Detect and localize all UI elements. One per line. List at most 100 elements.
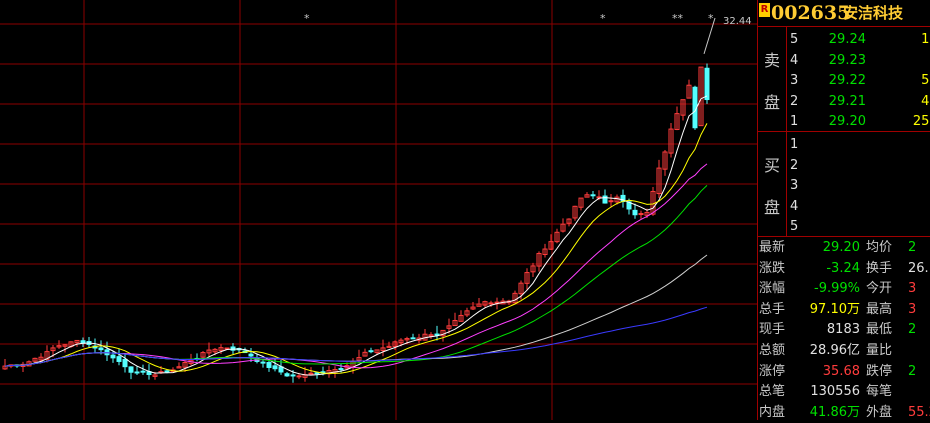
stat-row: 涨幅 -9.99% 今开 3 bbox=[758, 278, 930, 299]
sell-volume: 583 bbox=[921, 73, 930, 88]
stat-label: 涨跌 bbox=[759, 260, 786, 276]
stat-label: 总额 bbox=[759, 343, 786, 358]
stat-label: 总笔 bbox=[759, 384, 786, 400]
stat-value: 35.68 bbox=[822, 363, 860, 379]
stock-header: R 002635 安洁科技 bbox=[758, 0, 930, 27]
stat-label: 涨幅 bbox=[759, 281, 786, 297]
buy-row[interactable]: 4 bbox=[788, 196, 930, 217]
stat-value: 28.96亿 bbox=[809, 343, 860, 358]
event-marker: * bbox=[304, 12, 310, 25]
sell-volume: 33 bbox=[876, 50, 930, 71]
stat-label: 今开 bbox=[866, 281, 893, 297]
stat-label: 最新 bbox=[759, 240, 786, 255]
stat-value: -9.99% bbox=[814, 281, 860, 297]
candle-up bbox=[296, 375, 302, 378]
high-price-label: 32.44 bbox=[723, 16, 752, 27]
candle-down bbox=[116, 356, 122, 362]
stat-value: 3 bbox=[908, 301, 917, 317]
candle-down bbox=[260, 361, 266, 364]
sell-level: 2 bbox=[790, 93, 799, 109]
event-marker: ** bbox=[672, 12, 684, 25]
candle-down bbox=[434, 333, 440, 336]
buy-level: 2 bbox=[790, 157, 799, 173]
candle-down bbox=[314, 372, 320, 375]
ma20-line bbox=[4, 163, 708, 369]
stat-value: 8183 bbox=[826, 322, 860, 338]
sell-row[interactable]: 1 29.20 2552 bbox=[788, 111, 930, 132]
candle-down bbox=[266, 362, 272, 368]
candle-down bbox=[284, 373, 290, 377]
candle-down bbox=[110, 354, 116, 359]
buy-row[interactable]: 1 bbox=[788, 134, 930, 155]
candlesticks bbox=[2, 17, 716, 383]
buy-level: 5 bbox=[790, 219, 799, 234]
sell-label-1: 卖 bbox=[763, 51, 780, 70]
sell-row[interactable]: 4 29.23 33 bbox=[788, 50, 930, 71]
stat-value: 130556 bbox=[810, 384, 860, 400]
sell-level: 5 bbox=[790, 32, 799, 47]
ma30-line bbox=[4, 185, 708, 367]
stat-label: 每笔 bbox=[866, 384, 893, 400]
ma10-line bbox=[4, 123, 708, 374]
stat-value: 2 bbox=[908, 363, 917, 379]
sell-price: 29.21 bbox=[828, 93, 866, 109]
candle-down bbox=[704, 67, 710, 101]
candle-down bbox=[590, 194, 596, 197]
candle-down bbox=[272, 365, 278, 370]
moving-average-lines bbox=[4, 95, 708, 376]
sell-volume: 426 bbox=[921, 93, 930, 109]
candle-down bbox=[290, 374, 296, 377]
candle-up bbox=[308, 372, 314, 375]
stat-value: 26. bbox=[908, 260, 929, 276]
stat-label: 总手 bbox=[759, 301, 786, 317]
sell-price: 29.24 bbox=[828, 32, 866, 47]
candle-down bbox=[602, 195, 608, 204]
stat-label: 最高 bbox=[866, 301, 893, 317]
buy-row[interactable]: 3 bbox=[788, 175, 930, 196]
buy-label-1: 买 bbox=[763, 156, 780, 175]
candle-up bbox=[488, 302, 494, 305]
sell-row[interactable]: 5 29.24 102 bbox=[788, 29, 930, 50]
stat-label: 最低 bbox=[866, 322, 893, 338]
candle-down bbox=[632, 209, 638, 216]
sell-book: 卖 盘 5 29.24 102 4 29.23 33329.22583 2 29.21 426 1… bbox=[758, 27, 930, 132]
sell-row[interactable]: 2 29.21 426 bbox=[788, 91, 930, 112]
stat-value: 29.20 bbox=[822, 240, 860, 255]
candle-up bbox=[608, 200, 614, 203]
stat-row: 涨停 35.68 跌停 2 bbox=[758, 361, 930, 382]
candle-down bbox=[338, 368, 344, 371]
stat-label: 涨停 bbox=[759, 363, 786, 379]
sell-volume: 102 bbox=[921, 32, 930, 47]
buy-row[interactable]: 5 bbox=[788, 216, 930, 237]
stat-value: 2 bbox=[908, 240, 917, 255]
buy-row[interactable]: 2 bbox=[788, 155, 930, 176]
stat-row: 涨跌 -3.24 换手 26. bbox=[758, 258, 930, 279]
stat-row: 最新 29.20 均价 2 bbox=[758, 237, 930, 258]
buy-level: 1 bbox=[790, 137, 799, 152]
stat-row: 总手 97.10万 最高 3 bbox=[758, 299, 930, 320]
stat-label: 跌停 bbox=[866, 363, 893, 379]
event-markers: * * ** * bbox=[304, 12, 714, 25]
stock-name: 安洁科技 bbox=[843, 4, 904, 22]
candle-down bbox=[164, 370, 170, 373]
buy-label-2: 盘 bbox=[763, 198, 780, 217]
stat-label: 换手 bbox=[866, 260, 893, 276]
sell-label-2: 盘 bbox=[763, 93, 780, 112]
stock-code: 002635 bbox=[771, 2, 851, 24]
sell-price: 29.23 bbox=[828, 52, 866, 68]
sell-level: 4 bbox=[790, 52, 799, 68]
sell-volume: 2552 bbox=[912, 114, 930, 129]
stat-value: 97.10万 bbox=[809, 301, 860, 317]
sell-row[interactable]: 3 29.22 583 bbox=[788, 70, 930, 91]
candle-up bbox=[224, 347, 230, 350]
stat-label: 均价 bbox=[866, 240, 893, 255]
candle-down bbox=[122, 358, 128, 368]
buy-book: 买 盘 1 2 3 4 5 bbox=[758, 132, 930, 237]
kline-chart[interactable]: * * ** * 32.44 bbox=[0, 0, 757, 420]
event-marker: * bbox=[600, 12, 606, 25]
stat-label: 现手 bbox=[759, 322, 786, 338]
candle-down bbox=[368, 350, 374, 353]
quote-panel: R 002635 安洁科技 卖 盘 529.24102429.2333329.2… bbox=[757, 0, 930, 420]
stat-row: 现手 8183 最低 2 bbox=[758, 319, 930, 340]
buy-level: 4 bbox=[790, 198, 799, 214]
